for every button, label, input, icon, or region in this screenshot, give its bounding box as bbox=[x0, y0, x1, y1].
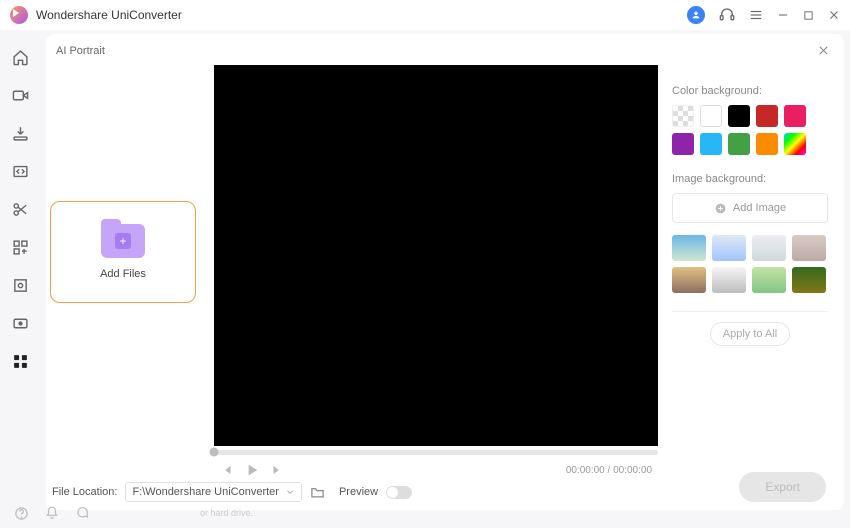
file-location-value: F:\Wondershare UniConverter bbox=[132, 486, 279, 498]
add-files-label: Add Files bbox=[100, 268, 146, 280]
bg-thumbnail[interactable] bbox=[712, 235, 746, 261]
color-swatch[interactable] bbox=[728, 105, 750, 127]
time-display: 00:00:00 / 00:00:00 bbox=[566, 465, 652, 476]
close-icon[interactable] bbox=[828, 9, 840, 21]
color-swatch[interactable] bbox=[756, 105, 778, 127]
bg-thumbnail[interactable] bbox=[792, 235, 826, 261]
maximize-icon[interactable] bbox=[803, 10, 814, 21]
bg-thumbnail[interactable] bbox=[752, 267, 786, 293]
toolbox-icon[interactable] bbox=[11, 352, 29, 370]
color-swatch[interactable] bbox=[700, 105, 722, 127]
status-bar: or hard drive. bbox=[0, 498, 850, 528]
folder-plus-icon: + bbox=[101, 224, 145, 258]
crop-icon[interactable] bbox=[11, 276, 29, 294]
merge-icon[interactable] bbox=[11, 238, 29, 256]
next-frame-icon[interactable] bbox=[270, 463, 284, 477]
bell-icon[interactable] bbox=[45, 506, 59, 520]
preview-toggle[interactable] bbox=[386, 486, 412, 499]
bg-thumbnail[interactable] bbox=[672, 235, 706, 261]
image-thumbnails bbox=[672, 235, 828, 293]
preview-toggle-label: Preview bbox=[339, 486, 378, 498]
help-icon[interactable] bbox=[14, 506, 29, 521]
home-icon[interactable] bbox=[11, 48, 29, 66]
color-swatch[interactable] bbox=[784, 133, 806, 155]
headset-icon[interactable] bbox=[719, 7, 735, 23]
app-logo-icon bbox=[10, 6, 28, 24]
panel-title: AI Portrait bbox=[56, 45, 105, 57]
apply-all-button[interactable]: Apply to All bbox=[710, 322, 790, 346]
app-name: Wondershare UniConverter bbox=[36, 8, 182, 22]
bg-thumbnail[interactable] bbox=[672, 267, 706, 293]
image-bg-label: Image background: bbox=[672, 173, 828, 185]
file-location-label: File Location: bbox=[52, 486, 117, 498]
record-icon[interactable] bbox=[11, 314, 29, 332]
bg-thumbnail[interactable] bbox=[712, 267, 746, 293]
prev-frame-icon[interactable] bbox=[220, 463, 234, 477]
video-preview bbox=[214, 65, 658, 446]
sidebar bbox=[0, 30, 40, 510]
color-swatch[interactable] bbox=[728, 133, 750, 155]
add-image-label: Add Image bbox=[733, 202, 786, 214]
panel-close-icon[interactable] bbox=[813, 40, 834, 61]
color-swatch[interactable] bbox=[756, 133, 778, 155]
scissors-icon[interactable] bbox=[11, 200, 29, 218]
bg-thumbnail[interactable] bbox=[752, 235, 786, 261]
minimize-icon[interactable] bbox=[777, 9, 789, 21]
add-files-button[interactable]: + Add Files bbox=[50, 201, 196, 303]
chevron-down-icon bbox=[285, 487, 295, 497]
video-icon[interactable] bbox=[11, 86, 29, 104]
panel: AI Portrait + Add Files bbox=[46, 34, 844, 510]
bg-thumbnail[interactable] bbox=[792, 267, 826, 293]
add-image-button[interactable]: Add Image bbox=[672, 193, 828, 223]
hint-text: or hard drive. bbox=[200, 508, 253, 518]
feedback-icon[interactable] bbox=[75, 506, 89, 520]
menu-icon[interactable] bbox=[749, 8, 763, 22]
play-icon[interactable] bbox=[244, 462, 260, 478]
color-swatch[interactable] bbox=[672, 133, 694, 155]
color-swatches bbox=[672, 105, 828, 155]
color-swatch[interactable] bbox=[672, 105, 694, 127]
color-swatch[interactable] bbox=[700, 133, 722, 155]
color-bg-label: Color background: bbox=[672, 85, 828, 97]
seek-bar[interactable] bbox=[214, 446, 658, 458]
download-icon[interactable] bbox=[11, 124, 29, 142]
color-swatch[interactable] bbox=[784, 105, 806, 127]
compress-icon[interactable] bbox=[11, 162, 29, 180]
user-icon[interactable] bbox=[687, 6, 705, 24]
title-bar: Wondershare UniConverter bbox=[0, 0, 850, 30]
